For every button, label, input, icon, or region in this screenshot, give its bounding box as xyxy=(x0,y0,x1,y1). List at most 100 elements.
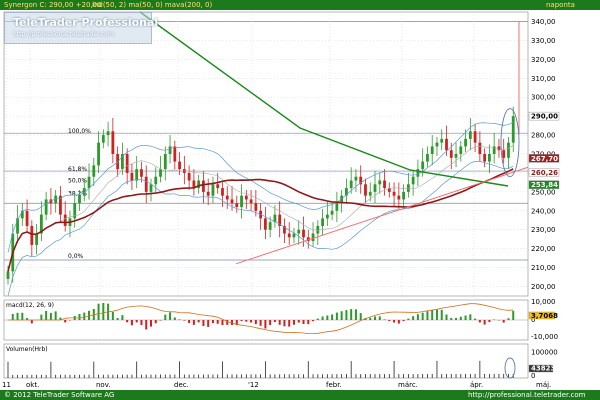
macd-histogram-bar xyxy=(21,312,24,320)
watermark-url: http://professional.teletrader.com xyxy=(13,31,114,38)
candle-body xyxy=(268,222,272,230)
macd-histogram-bar xyxy=(388,320,391,322)
macd-histogram-bar xyxy=(130,320,133,326)
macd-histogram-bar xyxy=(273,320,276,322)
macd-histogram-bar xyxy=(183,320,186,321)
candle-body xyxy=(373,184,377,192)
fib-level-label: 0,0% xyxy=(68,253,84,260)
macd-histogram-bar xyxy=(421,312,424,320)
candle-body xyxy=(311,233,315,242)
macd-histogram-bar xyxy=(450,317,453,320)
macd-histogram-bar xyxy=(173,317,176,320)
macd-histogram-bar xyxy=(326,315,329,320)
candle-body xyxy=(292,233,296,238)
macd-histogram-bar xyxy=(412,316,415,320)
price-tick-label: 300,00 xyxy=(531,94,556,102)
price-tick-label: 240,00 xyxy=(531,207,556,215)
candle-body xyxy=(406,184,410,192)
macd-histogram-bar xyxy=(288,320,291,327)
chart-window: Synergon C: 290,00 +20,00 ind(50, 2) ma(… xyxy=(0,0,600,400)
chart-canvas[interactable]: 100,0%61,8%50,0%38,2%0,0% macd(12, 26, 9… xyxy=(0,0,600,400)
fib-level-label: 61,8% xyxy=(68,166,87,173)
time-tick-label: 11 xyxy=(2,381,11,389)
candle-body xyxy=(178,161,181,170)
candle-body xyxy=(473,131,477,143)
price-tick-label: 310,00 xyxy=(531,75,556,83)
candle-body xyxy=(483,154,487,162)
footer-url[interactable]: http://professional.teletrader.com xyxy=(468,390,585,400)
macd-histogram-bar xyxy=(221,320,224,326)
candle-body xyxy=(364,184,367,196)
macd-histogram-bar xyxy=(192,320,195,325)
candle-body xyxy=(6,271,10,279)
macd-histogram-bar xyxy=(488,320,491,322)
volume-tick-label: 0 xyxy=(531,372,535,380)
macd-tick-label: 10,000 xyxy=(531,298,556,306)
candle-body xyxy=(125,154,129,173)
time-tick-label: febr. xyxy=(326,381,342,389)
macd-histogram-bar xyxy=(321,316,324,320)
macd-histogram-bar xyxy=(197,320,200,323)
candle-body xyxy=(449,150,453,158)
candle-body xyxy=(202,180,205,192)
macd-histogram-bar xyxy=(469,314,472,320)
macd-histogram-bar xyxy=(16,312,19,320)
candle-body xyxy=(135,169,139,181)
macd-histogram-bar xyxy=(483,320,486,325)
macd-histogram-bar xyxy=(121,315,124,320)
time-tick-label: '12 xyxy=(248,381,259,389)
watermark-brand: TeleTrader Professional xyxy=(13,16,159,29)
macd-histogram-bar xyxy=(507,318,510,320)
candle-body xyxy=(335,203,339,211)
candle-body xyxy=(149,184,153,192)
candle-body xyxy=(44,199,48,215)
price-label-text: 260,26 xyxy=(531,169,558,177)
candle-body xyxy=(101,135,105,143)
macd-histogram-bar xyxy=(350,309,353,320)
candle-body xyxy=(216,184,220,189)
macd-histogram-bar xyxy=(440,309,443,320)
candle-body xyxy=(402,191,406,200)
candle-body xyxy=(235,203,239,208)
candle-body xyxy=(426,154,429,162)
volume-title: Volumen(Hrb) xyxy=(6,346,48,353)
macd-histogram-bar xyxy=(254,320,257,325)
candle-body xyxy=(297,229,301,234)
candle-body xyxy=(507,142,510,158)
candle-body xyxy=(130,172,134,181)
price-tick-label: 230,00 xyxy=(531,226,556,234)
candle-body xyxy=(211,184,215,196)
macd-histogram-bar xyxy=(359,313,362,320)
candle-body xyxy=(111,131,115,154)
macd-histogram-bar xyxy=(102,303,105,320)
macd-histogram-bar xyxy=(383,319,386,320)
candle-body xyxy=(421,161,425,170)
teletrader-watermark: TeleTrader Professional http://professio… xyxy=(4,12,158,44)
macd-histogram-bar xyxy=(474,318,477,320)
macd-histogram-bar xyxy=(64,320,67,323)
macd-histogram-bar xyxy=(431,309,434,320)
candle-body xyxy=(478,142,482,154)
candle-body xyxy=(468,131,472,139)
price-label-text: 253,84 xyxy=(531,181,558,189)
macd-histogram-bar xyxy=(240,320,243,321)
candle-body xyxy=(78,195,81,204)
macd-histogram-bar xyxy=(30,320,33,324)
candle-body xyxy=(492,146,496,154)
macd-histogram-bar xyxy=(83,312,86,320)
candle-body xyxy=(349,180,353,189)
candle-body xyxy=(321,218,324,226)
price-tick-label: 340,00 xyxy=(531,18,556,26)
macd-histogram-bar xyxy=(292,320,295,325)
price-tick-label: 280,00 xyxy=(531,132,556,140)
candle-body xyxy=(397,195,401,200)
macd-histogram-bar xyxy=(97,303,100,320)
candle-body xyxy=(116,154,120,170)
macd-histogram-bar xyxy=(135,320,138,323)
candle-body xyxy=(35,233,38,245)
macd-histogram-bar xyxy=(169,312,172,320)
candle-body xyxy=(97,142,100,166)
candle-body xyxy=(63,214,67,226)
macd-histogram-bar xyxy=(464,315,467,320)
fib-level-label: 100,0% xyxy=(68,128,91,135)
